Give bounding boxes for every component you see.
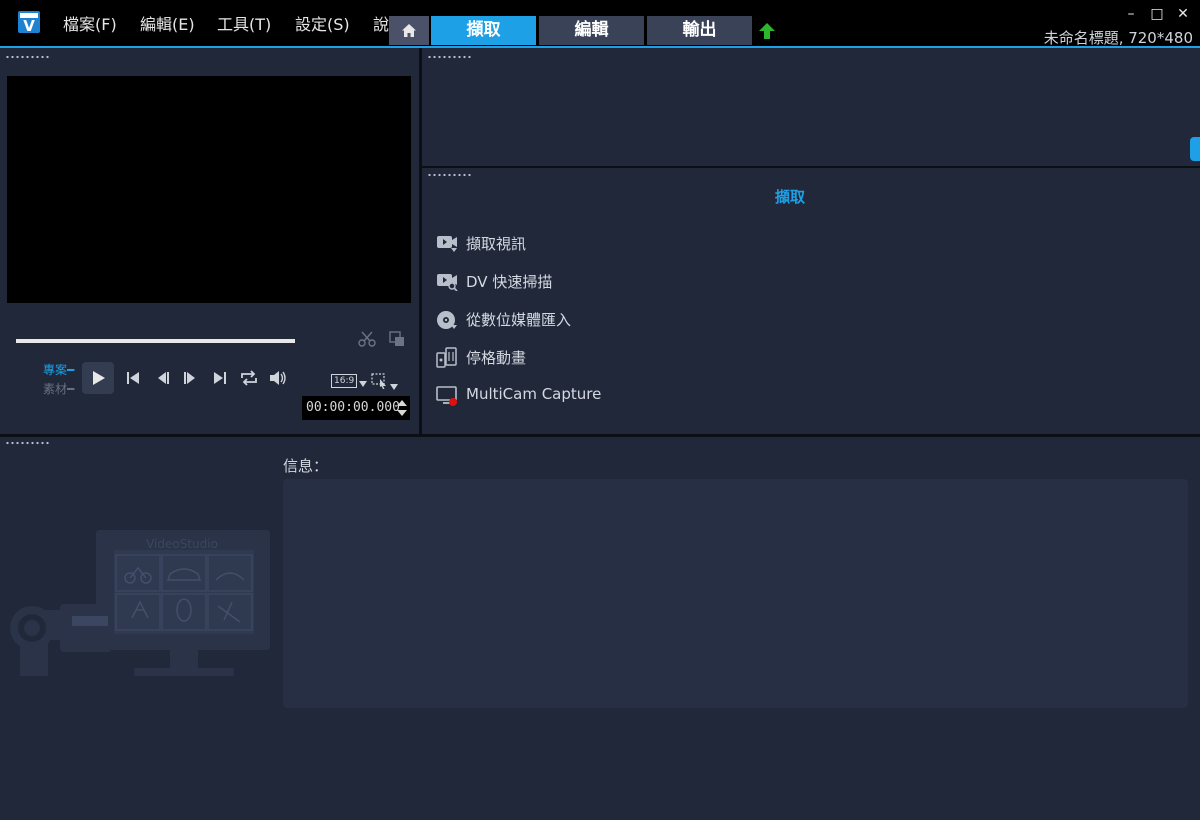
project-mode-label[interactable]: 專案━ <box>43 361 74 378</box>
upload-icon[interactable] <box>758 22 776 40</box>
home-button[interactable] <box>389 16 429 45</box>
snapshot-icon[interactable] <box>388 330 406 348</box>
panel-grip[interactable] <box>5 441 49 445</box>
play-button[interactable] <box>82 362 114 394</box>
library-panel <box>422 48 1200 166</box>
panel-grip[interactable] <box>427 55 471 59</box>
volume-icon[interactable] <box>268 369 288 387</box>
multicam-capture-option[interactable]: MultiCam Capture <box>436 383 656 407</box>
maximize-button[interactable]: □ <box>1146 6 1168 26</box>
next-frame-icon[interactable] <box>182 370 198 386</box>
menu-edit[interactable]: 編輯(E) <box>140 11 195 35</box>
stop-motion-label: 停格動畫 <box>466 349 527 367</box>
multicam-capture-label: MultiCam Capture <box>466 385 602 403</box>
repeat-icon[interactable] <box>239 369 259 387</box>
import-digital-media-label: 從數位媒體匯入 <box>466 311 572 329</box>
scrub-bar[interactable] <box>16 339 295 343</box>
library-toggle-tab[interactable] <box>1190 137 1200 161</box>
illustration-brand: VideoStudio <box>146 537 218 551</box>
chevron-down-icon[interactable] <box>359 381 367 387</box>
dv-scan-icon <box>437 274 458 291</box>
panel-grip[interactable] <box>5 55 49 59</box>
tab-capture[interactable]: 擷取 <box>431 16 536 45</box>
timecode-stepper[interactable] <box>396 398 408 418</box>
go-to-start-icon[interactable] <box>125 370 141 386</box>
play-icon <box>93 371 105 385</box>
aspect-ratio-button[interactable]: 16:9 <box>331 374 358 388</box>
stop-motion-icon <box>436 347 457 368</box>
disc-import-icon <box>437 311 457 329</box>
timecode-field[interactable]: 00:00:00.000 <box>302 396 410 420</box>
video-preview-screen <box>7 76 411 303</box>
clip-mode-label[interactable]: 素材━ <box>43 380 74 397</box>
selection-tool-icon[interactable] <box>371 373 389 389</box>
chevron-down-icon[interactable] <box>390 384 398 390</box>
tab-share[interactable]: 輸出 <box>647 16 752 45</box>
scissors-icon[interactable] <box>358 330 376 348</box>
panel-grip[interactable] <box>427 173 471 177</box>
project-title: 未命名標題, 720*480 <box>1043 29 1193 47</box>
menu-tools[interactable]: 工具(T) <box>217 11 271 35</box>
close-button[interactable]: ✕ <box>1172 6 1194 26</box>
capture-video-label: 擷取視訊 <box>466 235 527 253</box>
tab-edit[interactable]: 編輯 <box>539 16 644 45</box>
dv-quick-scan-option[interactable]: DV 快速掃描 <box>436 269 636 293</box>
previous-frame-icon[interactable] <box>155 370 171 386</box>
video-capture-icon <box>437 236 457 252</box>
menu-file[interactable]: 檔案(F) <box>63 11 117 35</box>
capture-panel-title: 擷取 <box>774 188 805 206</box>
dv-quick-scan-label: DV 快速掃描 <box>466 273 553 291</box>
capture-illustration: VideoStudio <box>10 530 270 676</box>
multicam-icon <box>436 386 457 406</box>
menu-settings[interactable]: 設定(S) <box>295 11 350 35</box>
home-icon <box>402 24 416 37</box>
minimize-button[interactable]: – <box>1120 6 1142 26</box>
info-text-area <box>283 479 1188 708</box>
stop-motion-option[interactable]: 停格動畫 <box>436 345 636 369</box>
app-logo-icon: V <box>18 11 40 35</box>
info-label: 信息： <box>283 457 329 475</box>
go-to-end-icon[interactable] <box>212 370 228 386</box>
import-digital-media-option[interactable]: 從數位媒體匯入 <box>436 307 636 331</box>
capture-video-option[interactable]: 擷取視訊 <box>436 231 636 255</box>
